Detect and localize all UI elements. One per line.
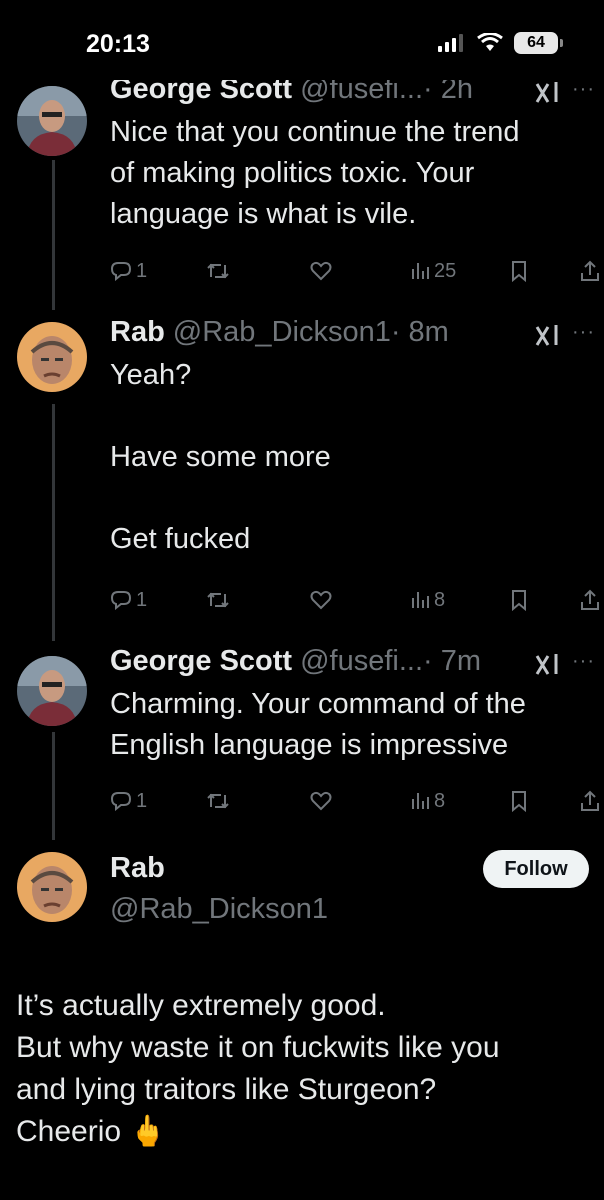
- tweet-actions: 1 25: [110, 257, 600, 285]
- views-icon: [412, 793, 429, 809]
- like-icon: [310, 261, 332, 281]
- status-bar: 20:13 64: [0, 0, 604, 80]
- tweet-text: Nice that you continue the trend of maki…: [110, 116, 520, 230]
- like-icon: [310, 791, 332, 811]
- main-author-name[interactable]: Rab: [110, 852, 165, 885]
- tweet-time[interactable]: · 8m: [391, 315, 449, 349]
- reply-count: 1: [136, 259, 148, 282]
- tweet-text: Charming. Your command of the English la…: [110, 688, 526, 761]
- more-icon[interactable]: ···: [572, 321, 595, 344]
- retweet-button[interactable]: [206, 590, 230, 610]
- retweet-icon: [207, 793, 229, 809]
- avatar[interactable]: [17, 852, 87, 922]
- like-button[interactable]: [310, 791, 332, 811]
- retweet-button[interactable]: [206, 261, 230, 281]
- tweet-header: George Scott @fusefi... · 7m: [110, 644, 590, 678]
- more-icon[interactable]: ···: [572, 650, 595, 673]
- battery-icon: 64: [514, 32, 563, 54]
- like-button[interactable]: [310, 590, 332, 610]
- author-handle[interactable]: @Rab_Dickson1: [173, 315, 391, 349]
- signal-icon: [438, 34, 463, 52]
- view-count: 25: [434, 259, 457, 282]
- share-icon: [581, 260, 599, 281]
- grok-icon[interactable]: [534, 323, 562, 349]
- tweet-time[interactable]: · 7m: [423, 644, 481, 678]
- grok-icon[interactable]: [534, 652, 562, 678]
- views-button[interactable]: 8: [410, 790, 445, 813]
- status-time: 20:13: [86, 30, 150, 58]
- share-button[interactable]: [580, 589, 600, 611]
- reply-icon: [110, 591, 132, 610]
- bookmark-button[interactable]: [510, 589, 528, 611]
- share-icon: [581, 589, 599, 610]
- grok-icon[interactable]: [534, 80, 562, 106]
- avatar[interactable]: [17, 86, 87, 156]
- status-icons: 64: [436, 32, 563, 54]
- views-button[interactable]: 8: [410, 589, 445, 612]
- retweet-button[interactable]: [206, 791, 230, 811]
- thread-line: [52, 160, 55, 310]
- battery-level: 64: [527, 34, 545, 51]
- follow-button[interactable]: Follow: [483, 850, 589, 888]
- reply-button[interactable]: 1: [110, 589, 147, 612]
- reply-count: 1: [136, 588, 148, 611]
- like-button[interactable]: [310, 261, 332, 281]
- thread-line: [52, 404, 55, 641]
- views-button[interactable]: 25: [410, 260, 456, 283]
- more-icon[interactable]: ···: [572, 78, 595, 101]
- bookmark-icon: [512, 261, 526, 282]
- tweet-header: Rab @Rab_Dickson1 · 8m: [110, 315, 590, 349]
- reply-icon: [110, 262, 132, 281]
- main-author-handle[interactable]: @Rab_Dickson1: [110, 893, 328, 926]
- view-count: 8: [434, 789, 446, 812]
- author-handle[interactable]: @fusefi...: [300, 644, 423, 678]
- views-icon: [412, 263, 429, 279]
- thread-line: [52, 732, 55, 840]
- avatar[interactable]: [17, 322, 87, 392]
- bookmark-button[interactable]: [510, 790, 528, 812]
- reply-icon: [110, 792, 132, 811]
- retweet-icon: [207, 263, 229, 279]
- tweet[interactable]: George Scott @fusefi... · 2h Nice that y…: [110, 72, 590, 235]
- bookmark-icon: [512, 590, 526, 611]
- tweet[interactable]: George Scott @fusefi... · 7m Charming. Y…: [110, 644, 590, 766]
- author-name[interactable]: Rab: [110, 315, 165, 349]
- tweet-actions: 1 8: [110, 586, 600, 614]
- wifi-icon: [477, 33, 503, 51]
- tweet-text: Yeah? Have some more Get fucked: [110, 359, 331, 555]
- reply-count: 1: [136, 789, 148, 812]
- views-icon: [412, 592, 429, 608]
- retweet-icon: [207, 592, 229, 608]
- reply-button[interactable]: 1: [110, 260, 147, 283]
- bookmark-icon: [512, 791, 526, 812]
- reply-button[interactable]: 1: [110, 790, 147, 813]
- author-name[interactable]: George Scott: [110, 644, 292, 678]
- view-count: 8: [434, 588, 446, 611]
- tweet[interactable]: Rab @Rab_Dickson1 · 8m Yeah? Have some m…: [110, 315, 590, 560]
- share-button[interactable]: [580, 790, 600, 812]
- avatar[interactable]: [17, 656, 87, 726]
- bookmark-button[interactable]: [510, 260, 528, 282]
- like-icon: [310, 590, 332, 610]
- share-icon: [581, 790, 599, 811]
- share-button[interactable]: [580, 260, 600, 282]
- main-tweet-text: It’s actually extremely good. But why wa…: [16, 989, 500, 1148]
- tweet-actions: 1 8: [110, 787, 600, 815]
